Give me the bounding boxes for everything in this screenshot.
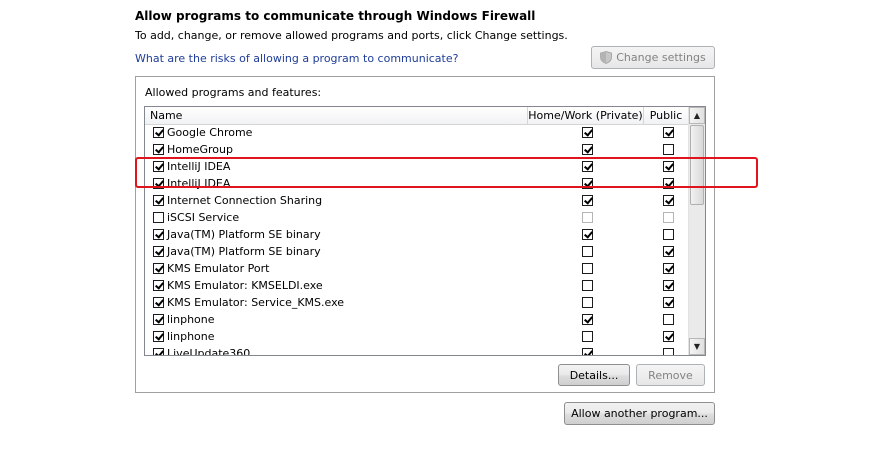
list-item[interactable]: KMS Emulator: Service_KMS.exe	[145, 294, 689, 311]
list-item[interactable]: Java(TM) Platform SE binary	[145, 226, 689, 243]
column-header-public[interactable]: Public	[644, 107, 689, 124]
public-network-checkbox[interactable]	[663, 161, 674, 172]
scroll-down-icon[interactable]: ▼	[689, 338, 705, 355]
program-enabled-checkbox[interactable]	[153, 178, 164, 189]
private-network-checkbox[interactable]	[582, 195, 593, 206]
list-item[interactable]: KMS Emulator Port	[145, 260, 689, 277]
list-item[interactable]: LiveUpdate360	[145, 345, 689, 356]
private-network-checkbox[interactable]	[582, 144, 593, 155]
public-network-checkbox[interactable]	[663, 127, 674, 138]
private-network-checkbox[interactable]	[582, 212, 593, 223]
private-network-checkbox[interactable]	[582, 246, 593, 257]
program-name: HomeGroup	[167, 143, 233, 156]
public-network-checkbox[interactable]	[663, 348, 674, 355]
scroll-thumb[interactable]	[690, 125, 704, 205]
public-network-checkbox[interactable]	[663, 246, 674, 257]
public-network-checkbox[interactable]	[663, 280, 674, 291]
private-network-checkbox[interactable]	[582, 161, 593, 172]
allowed-programs-list[interactable]: Name Home/Work (Private) Public Google C…	[144, 106, 706, 356]
program-name: Google Chrome	[167, 126, 253, 139]
program-enabled-checkbox[interactable]	[153, 229, 164, 240]
list-item[interactable]: Google Chrome	[145, 124, 689, 141]
private-network-checkbox[interactable]	[582, 229, 593, 240]
program-enabled-checkbox[interactable]	[153, 195, 164, 206]
list-item[interactable]: IntelliJ IDEA	[145, 175, 689, 192]
program-enabled-checkbox[interactable]	[153, 297, 164, 308]
list-item[interactable]: linphone	[145, 311, 689, 328]
change-settings-button[interactable]: Change settings	[591, 46, 715, 69]
program-enabled-checkbox[interactable]	[153, 348, 164, 355]
private-network-checkbox[interactable]	[582, 127, 593, 138]
public-network-checkbox[interactable]	[663, 229, 674, 240]
public-network-checkbox[interactable]	[663, 314, 674, 325]
list-item[interactable]: linphone	[145, 328, 689, 345]
uac-shield-icon	[600, 51, 613, 64]
scroll-up-icon[interactable]: ▲	[689, 107, 705, 124]
program-enabled-checkbox[interactable]	[153, 127, 164, 138]
program-enabled-checkbox[interactable]	[153, 331, 164, 342]
remove-button[interactable]: Remove	[636, 364, 705, 386]
list-scrollbar[interactable]: ▲ ▼	[688, 107, 705, 355]
private-network-checkbox[interactable]	[582, 263, 593, 274]
column-header-private[interactable]: Home/Work (Private)	[528, 107, 644, 124]
private-network-checkbox[interactable]	[582, 314, 593, 325]
program-name: Internet Connection Sharing	[167, 194, 323, 207]
program-name: IntelliJ IDEA	[167, 177, 231, 190]
private-network-checkbox[interactable]	[582, 297, 593, 308]
public-network-checkbox[interactable]	[663, 331, 674, 342]
public-network-checkbox[interactable]	[663, 144, 674, 155]
private-network-checkbox[interactable]	[582, 280, 593, 291]
program-name: iSCSI Service	[167, 211, 240, 224]
public-network-checkbox[interactable]	[663, 263, 674, 274]
page-title: Allow programs to communicate through Wi…	[135, 9, 536, 23]
program-enabled-checkbox[interactable]	[153, 280, 164, 291]
private-network-checkbox[interactable]	[582, 178, 593, 189]
list-item[interactable]: Internet Connection Sharing	[145, 192, 689, 209]
private-network-checkbox[interactable]	[582, 331, 593, 342]
public-network-checkbox[interactable]	[663, 297, 674, 308]
private-network-checkbox[interactable]	[582, 348, 593, 355]
details-button[interactable]: Details...	[558, 364, 630, 386]
program-rows: Google Chrome HomeGroup IntelliJ IDEA Intel…	[145, 124, 689, 356]
list-item[interactable]: HomeGroup	[145, 141, 689, 158]
list-item[interactable]: Java(TM) Platform SE binary	[145, 243, 689, 260]
program-enabled-checkbox[interactable]	[153, 263, 164, 274]
risks-help-link[interactable]: What are the risks of allowing a program…	[135, 52, 458, 65]
program-name: Java(TM) Platform SE binary	[167, 245, 321, 258]
page-description: To add, change, or remove allowed progra…	[135, 29, 568, 42]
program-name: LiveUpdate360	[167, 347, 251, 356]
list-item[interactable]: KMS Emulator: KMSELDI.exe	[145, 277, 689, 294]
column-header-name[interactable]: Name	[145, 107, 528, 124]
program-enabled-checkbox[interactable]	[153, 246, 164, 257]
program-name: linphone	[167, 313, 215, 326]
program-name: KMS Emulator: KMSELDI.exe	[167, 279, 323, 292]
program-enabled-checkbox[interactable]	[153, 314, 164, 325]
list-header: Name Home/Work (Private) Public	[145, 107, 689, 125]
public-network-checkbox[interactable]	[663, 178, 674, 189]
list-item[interactable]: iSCSI Service	[145, 209, 689, 226]
change-settings-label: Change settings	[616, 51, 706, 64]
program-name: KMS Emulator: Service_KMS.exe	[167, 296, 345, 309]
program-enabled-checkbox[interactable]	[153, 161, 164, 172]
program-enabled-checkbox[interactable]	[153, 212, 164, 223]
allow-another-program-button[interactable]: Allow another program...	[564, 402, 715, 425]
public-network-checkbox[interactable]	[663, 212, 674, 223]
program-name: KMS Emulator Port	[167, 262, 270, 275]
program-name: Java(TM) Platform SE binary	[167, 228, 321, 241]
allowed-programs-label: Allowed programs and features:	[145, 86, 322, 99]
list-item[interactable]: IntelliJ IDEA	[145, 158, 689, 175]
program-enabled-checkbox[interactable]	[153, 144, 164, 155]
public-network-checkbox[interactable]	[663, 195, 674, 206]
program-name: linphone	[167, 330, 215, 343]
program-name: IntelliJ IDEA	[167, 160, 231, 173]
